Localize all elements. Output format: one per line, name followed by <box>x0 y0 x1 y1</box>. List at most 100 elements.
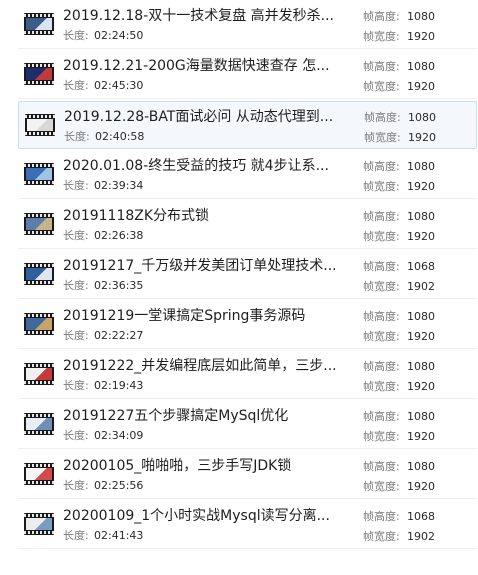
file-title: 20191217_千万级并发美团订单处理技术... <box>63 258 337 274</box>
file-row[interactable]: 2019.12.28-BAT面试必问 从动态代理到... 长度: 02:40:58 帧… <box>18 101 477 149</box>
duration-label: 长度: <box>63 329 89 342</box>
duration-value: 02:45:30 <box>94 79 144 92</box>
file-row[interactable]: 2019.12.18-双十一技术复盘 高并发秒杀... 长度: 02:24:50 帧高… <box>18 1 477 49</box>
frame-height-value: 1080 <box>407 160 435 173</box>
duration-value: 02:41:43 <box>94 529 144 542</box>
file-title: 2020.01.08-终生受益的技巧 就4步让系... <box>63 158 329 174</box>
frame-height-label: 帧高度: <box>364 111 401 124</box>
file-row[interactable]: 2019.12.21-200G海量数据快速查存 怎... 长度: 02:45:30 帧… <box>18 51 477 99</box>
frame-width-value: 1902 <box>407 280 435 293</box>
video-frame-preview <box>26 518 52 530</box>
file-title: 2019.12.28-BAT面试必问 从动态代理到... <box>64 109 334 125</box>
duration-label: 长度: <box>63 179 89 192</box>
duration-label: 长度: <box>63 379 89 392</box>
file-row[interactable]: 20200109_1个小时实战Mysql读写分离... 长度: 02:41:43 帧高… <box>18 501 477 549</box>
frame-width-label: 帧宽度: <box>363 480 400 493</box>
frame-width-label: 帧宽度: <box>363 280 400 293</box>
frame-height-value: 1068 <box>407 510 435 523</box>
frame-width-label: 帧宽度: <box>363 80 400 93</box>
frame-width-label: 帧宽度: <box>363 230 400 243</box>
duration-value: 02:22:27 <box>94 329 144 342</box>
video-thumbnail-icon <box>24 313 54 335</box>
video-frame-preview <box>26 18 52 30</box>
file-row[interactable]: 20191219一堂课搞定Spring事务源码 长度: 02:22:27 帧高度: 10… <box>18 301 477 349</box>
frame-width-label: 帧宽度: <box>363 430 400 443</box>
video-frame-preview <box>26 268 52 280</box>
file-list: 2019.12.18-双十一技术复盘 高并发秒杀... 长度: 02:24:50 帧高… <box>0 0 478 575</box>
frame-width-label: 帧宽度: <box>364 131 401 144</box>
frame-width-value: 1920 <box>407 330 435 343</box>
video-thumbnail-icon <box>24 513 54 535</box>
frame-height-label: 帧高度: <box>363 60 400 73</box>
frame-width-value: 1920 <box>407 380 435 393</box>
duration-label: 长度: <box>63 229 89 242</box>
file-row[interactable]: 20191227五个步骤搞定MySql优化 长度: 02:34:09 帧高度: 1080… <box>18 401 477 449</box>
duration-label: 长度: <box>63 529 89 542</box>
duration-value: 02:40:58 <box>95 130 145 143</box>
video-frame-preview <box>26 368 52 380</box>
file-title: 20191219一堂课搞定Spring事务源码 <box>63 308 306 324</box>
frame-width-value: 1920 <box>407 430 435 443</box>
frame-width-label: 帧宽度: <box>363 330 400 343</box>
duration-value: 02:34:09 <box>94 429 144 442</box>
video-frame-preview <box>27 119 53 131</box>
video-frame-preview <box>26 68 52 80</box>
duration-value: 02:36:35 <box>94 279 144 292</box>
file-title: 20191118ZK分布式锁 <box>63 208 210 224</box>
frame-height-value: 1080 <box>407 210 435 223</box>
video-frame-preview <box>26 168 52 180</box>
frame-width-value: 1920 <box>407 180 435 193</box>
frame-width-label: 帧宽度: <box>363 180 400 193</box>
frame-width-label: 帧宽度: <box>363 530 400 543</box>
frame-height-label: 帧高度: <box>363 210 400 223</box>
file-row[interactable]: 2020.01.08-终生受益的技巧 就4步让系... 长度: 02:39:34 帧高… <box>18 151 477 199</box>
frame-height-label: 帧高度: <box>363 310 400 323</box>
file-row[interactable]: 20200105_啪啪啪，三步手写JDK锁 长度: 02:25:56 帧高度: 1080… <box>18 451 477 499</box>
video-thumbnail-icon <box>24 363 54 385</box>
frame-width-value: 1920 <box>407 80 435 93</box>
frame-height-label: 帧高度: <box>363 460 400 473</box>
duration-value: 02:24:50 <box>94 29 144 42</box>
duration-value: 02:19:43 <box>94 379 144 392</box>
duration-label: 长度: <box>63 79 89 92</box>
duration-label: 长度: <box>63 279 89 292</box>
file-row[interactable]: 20191222_并发编程底层如此简单，三步... 长度: 02:19:43 帧高度:… <box>18 351 477 399</box>
duration-label: 长度: <box>63 29 89 42</box>
frame-height-label: 帧高度: <box>363 510 400 523</box>
video-frame-preview <box>26 468 52 480</box>
video-frame-preview <box>26 418 52 430</box>
video-thumbnail-icon <box>24 413 54 435</box>
video-thumbnail-icon <box>24 163 54 185</box>
frame-height-value: 1080 <box>407 410 435 423</box>
file-title: 20200105_啪啪啪，三步手写JDK锁 <box>63 458 292 474</box>
frame-width-label: 帧宽度: <box>363 30 400 43</box>
duration-value: 02:26:38 <box>94 229 144 242</box>
duration-value: 02:39:34 <box>94 179 144 192</box>
frame-width-label: 帧宽度: <box>363 380 400 393</box>
file-title: 2019.12.21-200G海量数据快速查存 怎... <box>63 58 330 74</box>
file-title: 20191222_并发编程底层如此简单，三步... <box>63 358 337 374</box>
video-frame-preview <box>26 218 52 230</box>
video-thumbnail-icon <box>24 463 54 485</box>
file-title: 20191227五个步骤搞定MySql优化 <box>63 408 289 424</box>
frame-height-label: 帧高度: <box>363 360 400 373</box>
frame-height-label: 帧高度: <box>363 260 400 273</box>
frame-width-value: 1902 <box>407 530 435 543</box>
file-title: 20200109_1个小时实战Mysql读写分离... <box>63 508 330 524</box>
frame-height-value: 1080 <box>408 111 436 124</box>
video-thumbnail-icon <box>24 13 54 35</box>
file-title: 2019.12.18-双十一技术复盘 高并发秒杀... <box>63 8 335 24</box>
duration-label: 长度: <box>64 130 90 143</box>
frame-height-value: 1080 <box>407 60 435 73</box>
video-frame-preview <box>26 318 52 330</box>
duration-label: 长度: <box>63 429 89 442</box>
frame-height-label: 帧高度: <box>363 410 400 423</box>
frame-height-label: 帧高度: <box>363 160 400 173</box>
frame-height-value: 1080 <box>407 10 435 23</box>
video-thumbnail-icon <box>25 114 55 136</box>
frame-width-value: 1920 <box>408 131 436 144</box>
file-row[interactable]: 20191217_千万级并发美团订单处理技术... 长度: 02:36:35 帧高度:… <box>18 251 477 299</box>
file-row[interactable]: 20191118ZK分布式锁 长度: 02:26:38 帧高度: 1080 帧宽度: 192… <box>18 201 477 249</box>
frame-height-value: 1080 <box>407 460 435 473</box>
video-thumbnail-icon <box>24 63 54 85</box>
